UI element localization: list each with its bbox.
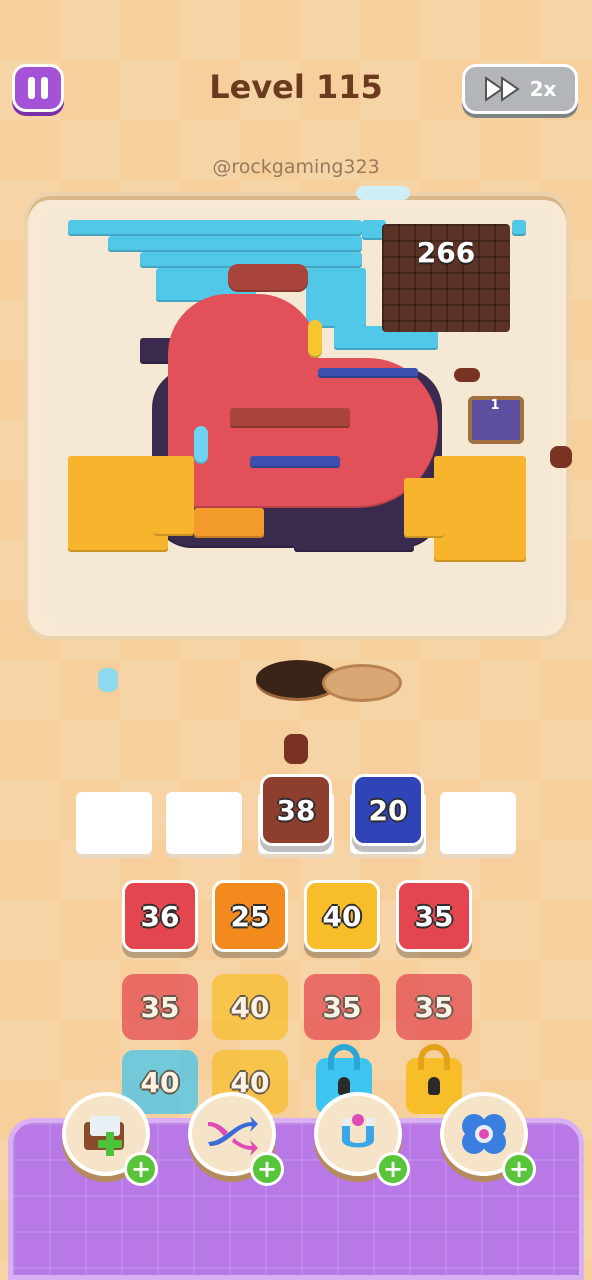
color-block: 35 [396,974,472,1040]
add-booster-button[interactable]: + [124,1152,158,1186]
ant-icon [454,368,480,382]
magnet-icon [342,1114,374,1148]
ant-icon [284,734,308,764]
color-block: 35 [122,974,198,1040]
add-slot-icon [84,1116,124,1156]
empty-slot [166,792,242,854]
pause-button[interactable] [12,64,64,112]
color-block[interactable]: 35 [396,880,472,952]
slot-block[interactable]: 38 [260,774,332,846]
color-block: 35 [304,974,380,1040]
flower-icon [462,1114,506,1154]
color-block[interactable]: 36 [122,880,198,952]
color-block[interactable]: 40 [304,880,380,952]
slot-block[interactable]: 20 [352,774,424,846]
remaining-count: 266 [416,236,476,269]
fast-forward-icon [484,76,520,102]
add-booster-button[interactable]: + [376,1152,410,1186]
add-booster-button[interactable]: + [250,1152,284,1186]
ant-icon [356,186,410,200]
pause-icon [28,77,35,99]
speed-button[interactable]: 2x [462,64,578,114]
hole-lid [322,664,402,702]
watermark: @rockgaming323 [212,156,380,178]
color-block[interactable]: 25 [212,880,288,952]
level-title: Level 115 [209,68,383,106]
chest-count: 1 [490,398,500,413]
add-booster-button[interactable]: + [502,1152,536,1186]
ant-icon [98,668,118,692]
color-block: 40 [212,974,288,1040]
ant-icon [550,446,572,468]
shuffle-icon [208,1116,258,1156]
empty-slot [440,792,516,854]
empty-slot [76,792,152,854]
speed-label: 2x [529,77,557,101]
